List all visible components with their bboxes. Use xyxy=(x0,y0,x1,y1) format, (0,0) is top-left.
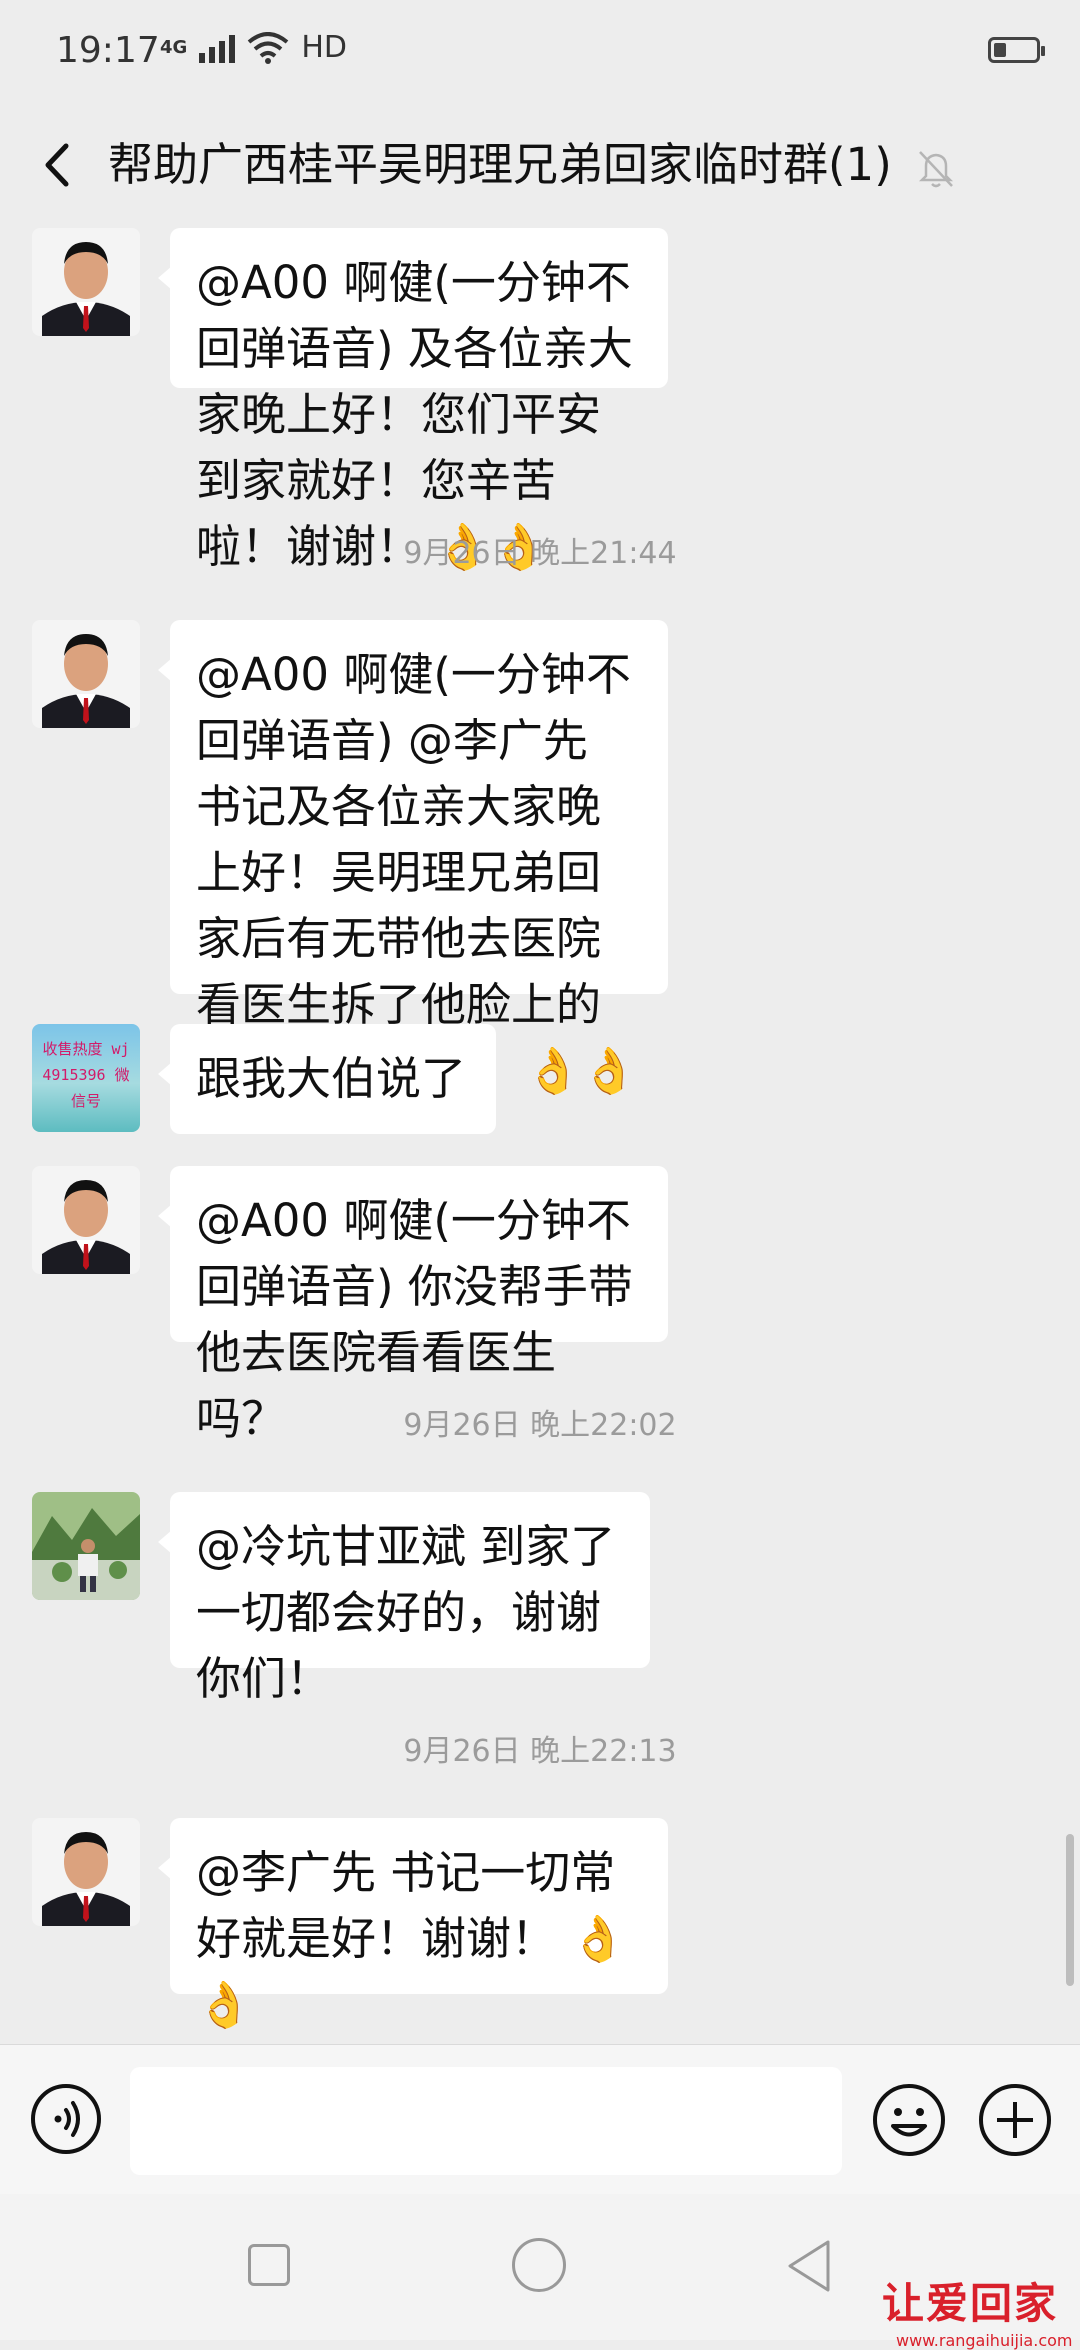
landscape-avatar[interactable] xyxy=(32,1492,140,1600)
voice-input-icon[interactable] xyxy=(30,2083,102,2155)
status-bar: 19:17 4G HD xyxy=(0,0,1080,110)
home-button[interactable] xyxy=(512,2238,566,2292)
status-icons: 4G HD xyxy=(160,30,347,65)
man-suit-avatar[interactable] xyxy=(32,1166,140,1274)
ad-avatar[interactable]: 收售热度 wj4915396 微信号 xyxy=(32,1024,140,1132)
message-timestamp: 9月26日 晚上22:13 xyxy=(403,1734,677,1769)
status-time: 19:17 xyxy=(56,30,160,71)
scrollbar[interactable] xyxy=(1066,1834,1074,1986)
avatar-text: 收售热度 wj4915396 微信号 xyxy=(42,1040,130,1110)
man-suit-avatar[interactable] xyxy=(32,620,140,728)
man-suit-avatar[interactable] xyxy=(32,228,140,336)
network-type: 4G xyxy=(160,36,188,58)
recent-apps-button[interactable] xyxy=(248,2244,290,2286)
watermark-url: www.rangaihuijia.com xyxy=(896,2331,1073,2350)
message-bubble[interactable]: @冷坑甘亚斌 到家了一切都会好的，谢谢你们！ xyxy=(158,1492,650,1705)
message-bubble[interactable]: @A00 啊健(一分钟不回弹语音) @李广先 书记及各位亲大家晚上好！吴明理兄弟… xyxy=(158,620,668,1097)
battery-icon xyxy=(988,37,1045,63)
message-bubble[interactable]: @李广先 书记一切常好就是好！谢谢！ 👌👌 xyxy=(158,1818,668,2031)
message-bubble[interactable]: 跟我大伯说了 xyxy=(158,1024,496,1134)
message-timestamp: 9月26日 晚上21:44 xyxy=(403,536,677,571)
chat-title[interactable]: 帮助广西桂平吴明理兄弟回家临时群(1) xyxy=(108,130,892,200)
battery-level xyxy=(994,43,1006,57)
bell-off-icon xyxy=(918,151,954,188)
message-timestamp: 9月26日 晚上22:02 xyxy=(403,1408,677,1443)
chevron-left-icon[interactable] xyxy=(30,130,90,200)
emoji-icon[interactable] xyxy=(872,2083,946,2157)
input-bar xyxy=(0,2044,1080,2195)
man-suit-avatar[interactable] xyxy=(32,1818,140,1926)
hd-label: HD xyxy=(301,30,347,65)
nav-back-icon[interactable] xyxy=(784,2238,834,2294)
message-bubble[interactable]: @A00 啊健(一分钟不回弹语音) 你没帮手带他去医院看看医生吗？ xyxy=(158,1166,668,1445)
plus-icon[interactable] xyxy=(978,2083,1052,2157)
watermark: 让爱回家 www.rangaihuijia.com xyxy=(882,2270,1072,2350)
chat-header: 帮助广西桂平吴明理兄弟回家临时群(1) xyxy=(0,110,1080,220)
watermark-logo: 让爱回家 xyxy=(882,2279,1059,2328)
wifi-icon xyxy=(248,31,289,64)
message-bubble[interactable]: @A00 啊健(一分钟不回弹语音) 及各位亲大家晚上好！您们平安到家就好！您辛苦… xyxy=(158,228,668,573)
message-input[interactable] xyxy=(130,2067,842,2175)
signal-icon xyxy=(199,33,236,63)
